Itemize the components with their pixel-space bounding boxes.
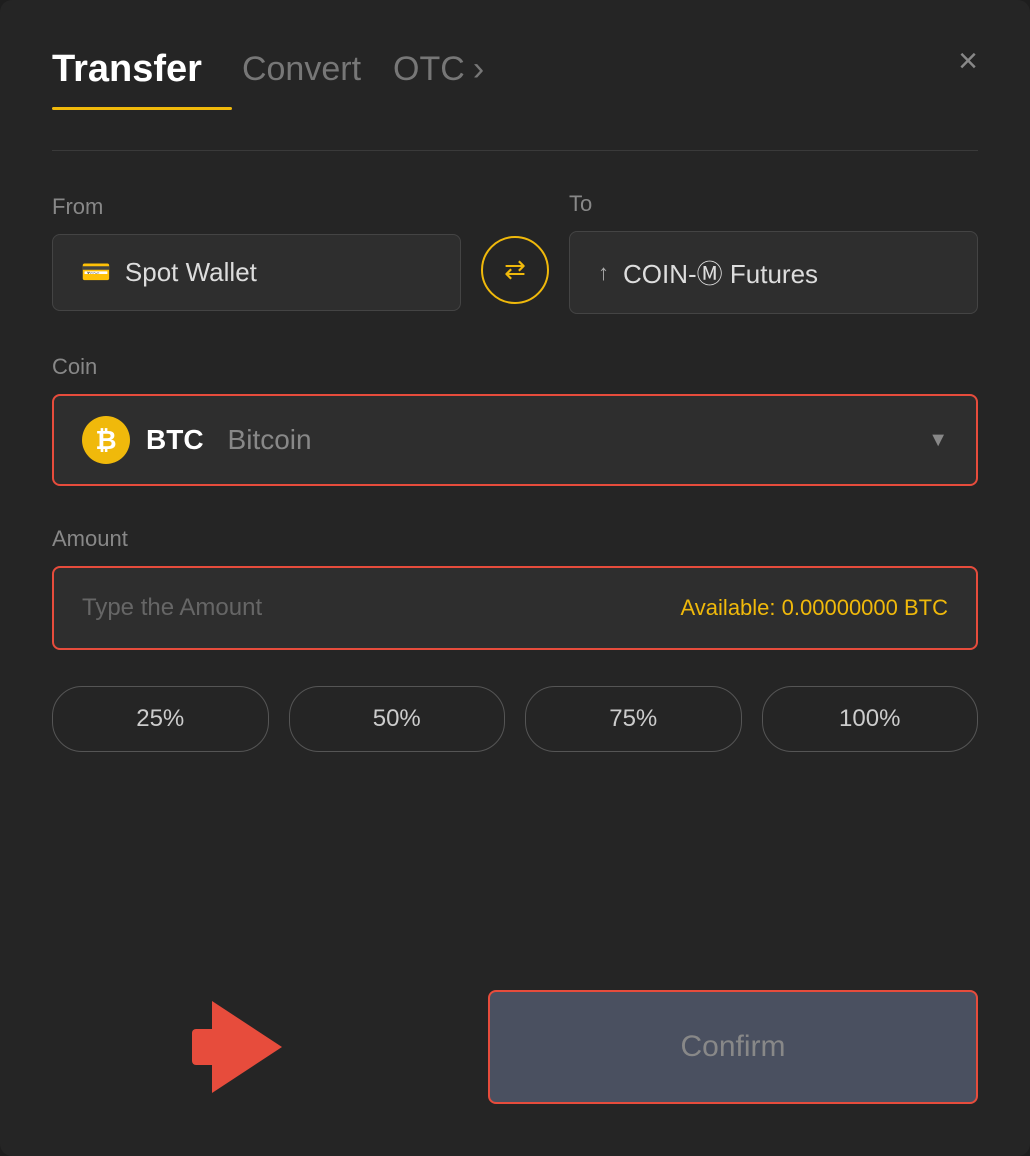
pct-50-button[interactable]: 50% xyxy=(289,686,506,752)
from-wallet-selector[interactable]: 💳 Spot Wallet xyxy=(52,234,461,311)
swap-button[interactable]: ⇄ xyxy=(481,236,549,304)
from-label: From xyxy=(52,194,461,220)
bottom-area: Confirm xyxy=(52,970,978,1104)
btc-icon: ₿ xyxy=(82,416,130,464)
from-to-section: From 💳 Spot Wallet ⇄ To ↑ COIN-Ⓜ Futures xyxy=(52,191,978,314)
arrow-indicator xyxy=(212,1001,282,1093)
amount-available: Available: 0.00000000 BTC xyxy=(681,595,948,621)
amount-input-box[interactable]: Type the Amount Available: 0.00000000 BT… xyxy=(52,566,978,650)
futures-icon: ↑ xyxy=(598,260,609,286)
swap-icon: ⇄ xyxy=(504,254,526,285)
to-wallet-selector[interactable]: ↑ COIN-Ⓜ Futures xyxy=(569,231,978,314)
to-label: To xyxy=(569,191,978,217)
arrow-icon xyxy=(212,1001,282,1093)
coin-selector[interactable]: ₿ BTC Bitcoin ▼ xyxy=(52,394,978,486)
tab-otc[interactable]: OTC › xyxy=(393,50,484,89)
pct-25-button[interactable]: 25% xyxy=(52,686,269,752)
amount-section: Amount Type the Amount Available: 0.0000… xyxy=(52,526,978,650)
coin-label: Coin xyxy=(52,354,978,380)
wallet-icon: 💳 xyxy=(81,258,111,287)
transfer-modal: Transfer Convert OTC › × From 💳 Spot Wal… xyxy=(0,0,1030,1156)
tab-convert[interactable]: Convert xyxy=(242,50,361,89)
divider xyxy=(52,150,978,151)
chevron-down-icon: ▼ xyxy=(928,429,948,452)
from-wallet-text: Spot Wallet xyxy=(125,257,257,288)
pct-100-button[interactable]: 100% xyxy=(762,686,979,752)
amount-label: Amount xyxy=(52,526,978,552)
close-button[interactable]: × xyxy=(958,44,978,78)
coin-symbol: BTC xyxy=(146,424,204,456)
to-wallet-text: COIN-Ⓜ Futures xyxy=(623,254,818,291)
tab-transfer[interactable]: Transfer xyxy=(52,48,202,91)
coin-full-name: Bitcoin xyxy=(228,424,312,456)
modal-header: Transfer Convert OTC › × xyxy=(52,48,978,91)
from-group: From 💳 Spot Wallet xyxy=(52,194,461,311)
tab-underline xyxy=(52,107,232,110)
pct-75-button[interactable]: 75% xyxy=(525,686,742,752)
percentage-buttons: 25% 50% 75% 100% xyxy=(52,686,978,752)
confirm-button[interactable]: Confirm xyxy=(488,990,978,1104)
amount-placeholder: Type the Amount xyxy=(82,594,262,622)
available-value: 0.00000000 BTC xyxy=(782,595,948,620)
chevron-right-icon: › xyxy=(473,50,484,89)
to-group: To ↑ COIN-Ⓜ Futures xyxy=(569,191,978,314)
